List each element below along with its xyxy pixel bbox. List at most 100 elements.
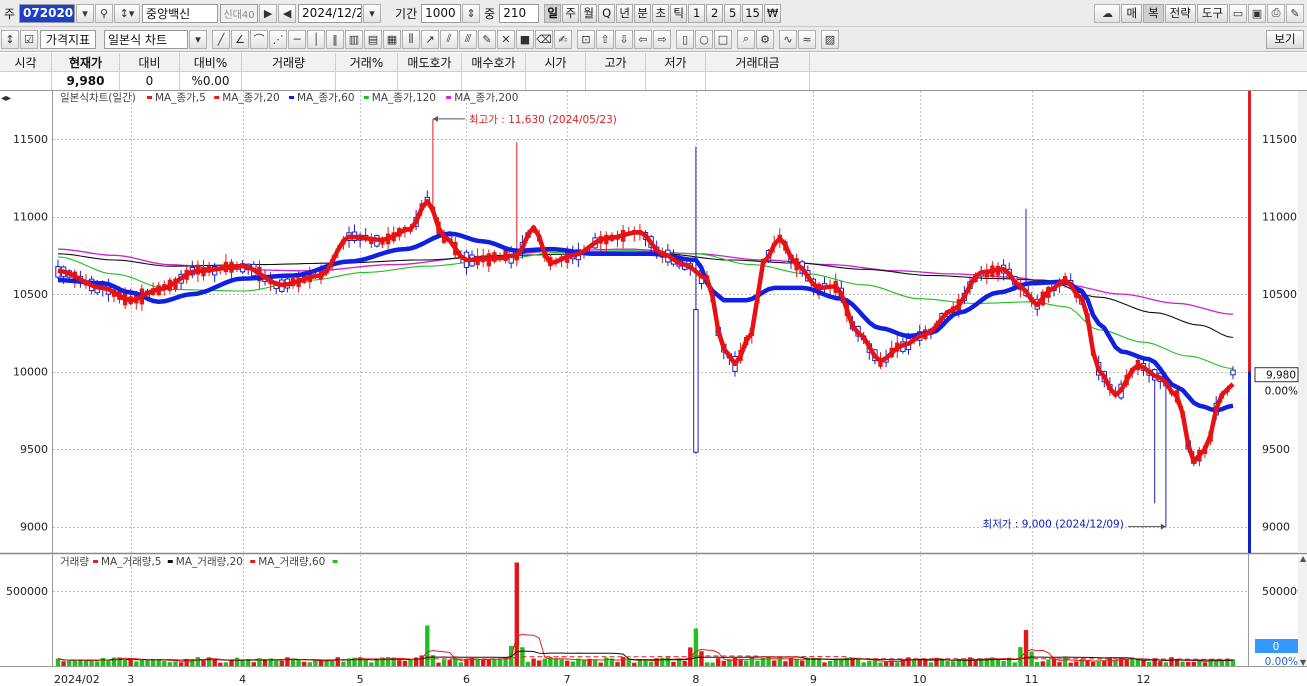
date-input[interactable]: 2024/12/20 bbox=[298, 3, 363, 23]
time-axis-label-6: 8 bbox=[692, 673, 699, 686]
quote-value-2: 0 bbox=[120, 72, 180, 90]
volume-bar-89 bbox=[553, 658, 559, 666]
square-tool-icon[interactable]: □ bbox=[714, 29, 732, 49]
timeframe-9[interactable]: 2 bbox=[706, 3, 724, 23]
center-input[interactable]: 210 bbox=[499, 3, 540, 23]
timeframe-10[interactable]: 5 bbox=[724, 3, 742, 23]
timeframe-3[interactable]: Q bbox=[598, 3, 616, 23]
volume-bar-205 bbox=[1202, 662, 1208, 666]
price-indicator-button[interactable]: 가격지표 bbox=[40, 29, 96, 49]
config-tool-icon[interactable]: ⚙ bbox=[756, 29, 774, 49]
trend-tool-icon[interactable]: ↗ bbox=[421, 29, 439, 49]
period-spin-icon[interactable]: ⇕ bbox=[462, 3, 481, 23]
price-axis-right-5: 9000 bbox=[1262, 521, 1290, 534]
volume-bar-43 bbox=[296, 659, 301, 666]
frame-tool-icon[interactable]: ⊡ bbox=[577, 29, 595, 49]
cross-tool-icon[interactable]: ✕ bbox=[497, 29, 515, 49]
circle-tool-icon[interactable]: ○ bbox=[695, 29, 713, 49]
channel-tool-icon[interactable]: ⫽ bbox=[440, 29, 458, 49]
table-tool-icon[interactable]: ▤ bbox=[364, 29, 382, 49]
price-legend-swatch-4 bbox=[446, 96, 452, 99]
volume-bar-112 bbox=[682, 661, 687, 666]
chart-type-select[interactable]: 일본식 차트 bbox=[104, 29, 188, 49]
right-arrow-icon[interactable]: ⇨ bbox=[653, 29, 671, 49]
timeframe-1[interactable]: 주 bbox=[562, 3, 580, 23]
zoom-tool-icon[interactable]: ⌕ bbox=[737, 29, 755, 49]
bars-tool-icon[interactable]: ⫼ bbox=[402, 29, 420, 49]
volume-bar-203 bbox=[1191, 661, 1196, 666]
grid-tool-icon[interactable]: ▥ bbox=[345, 29, 363, 49]
view-button[interactable]: 보기 bbox=[1266, 29, 1304, 49]
price-axis-left-1: 11000 bbox=[13, 211, 48, 224]
stock-name-field[interactable]: 중앙백신 bbox=[142, 3, 219, 23]
chart-type-dropdown-icon[interactable]: ▾ bbox=[189, 29, 207, 49]
period-input[interactable]: 1000 bbox=[421, 3, 462, 23]
code-dropdown-icon[interactable]: ▾ bbox=[76, 3, 95, 23]
timeframe-7[interactable]: 틱 bbox=[670, 3, 688, 23]
pen-tool-icon[interactable]: ✎ bbox=[478, 29, 496, 49]
volume-bar-16 bbox=[145, 659, 150, 666]
volume-bar-70 bbox=[447, 659, 452, 666]
arc-tool-icon[interactable]: ⌒ bbox=[250, 29, 268, 49]
right-button-3[interactable]: 도구 bbox=[1196, 3, 1228, 23]
volume-scroll-down-icon: ▼ bbox=[1300, 658, 1307, 667]
color-tool-icon[interactable]: ■ bbox=[516, 29, 534, 49]
right-button-0[interactable]: 매 bbox=[1121, 3, 1143, 23]
volume-bar-90 bbox=[559, 659, 564, 666]
vline-tool-icon[interactable]: │ bbox=[307, 29, 325, 49]
timeframe-6[interactable]: 초 bbox=[652, 3, 670, 23]
prev-stock-icon[interactable]: ◀ bbox=[278, 3, 297, 23]
period-label: 기간 bbox=[395, 6, 418, 21]
print-icon[interactable]: ⎙ bbox=[1267, 3, 1285, 23]
sort-updown-icon[interactable]: ↕▾ bbox=[114, 3, 141, 23]
volume-bar-4 bbox=[78, 660, 83, 666]
up-arrow-icon[interactable]: ⇧ bbox=[596, 29, 614, 49]
hline-tool-icon[interactable]: ─ bbox=[288, 29, 306, 49]
indicator-config-icon[interactable]: ☑ bbox=[20, 29, 38, 49]
volume-bar-164 bbox=[973, 660, 978, 666]
timeframe-5[interactable]: 분 bbox=[634, 3, 652, 23]
volume-bar-137 bbox=[822, 662, 827, 666]
volume-bar-75 bbox=[475, 660, 480, 666]
wave-tool-icon[interactable]: ∿ bbox=[779, 29, 797, 49]
timeframe-2[interactable]: 월 bbox=[580, 3, 598, 23]
next-stock-icon[interactable]: ▶ bbox=[259, 3, 278, 23]
price-axis-left-5: 9000 bbox=[20, 521, 48, 534]
won-button[interactable]: ₩ bbox=[763, 3, 782, 23]
line-tool-icon[interactable]: ╱ bbox=[212, 29, 230, 49]
volume-bar-105 bbox=[643, 660, 648, 666]
fan-tool-icon[interactable]: ⋰ bbox=[269, 29, 287, 49]
stock-code-input[interactable]: 072020 bbox=[19, 3, 76, 23]
timeframe-11[interactable]: 15 bbox=[742, 3, 763, 23]
doc-tool-icon[interactable]: ▯ bbox=[676, 29, 694, 49]
timeframe-0[interactable]: 일 bbox=[544, 3, 562, 23]
date-dropdown-icon[interactable]: ▾ bbox=[363, 3, 382, 23]
eraser-tool-icon[interactable]: ⌫ bbox=[535, 29, 553, 49]
updown-icon[interactable]: ↕ bbox=[1, 29, 19, 49]
save-icon[interactable]: ▣ bbox=[1248, 3, 1266, 23]
volume-title: 거래량 bbox=[60, 556, 89, 568]
volume-bar-125 bbox=[755, 660, 760, 666]
angle-tool-icon[interactable]: ∠ bbox=[231, 29, 249, 49]
pitchfork-tool-icon[interactable]: ⫻ bbox=[459, 29, 477, 49]
fib-tool-icon[interactable]: ▦ bbox=[383, 29, 401, 49]
quote-header-9: 고가 bbox=[586, 53, 646, 71]
wrench-icon[interactable]: ✎ bbox=[1286, 3, 1304, 23]
stock-chart[interactable]: 1150011500110001100010500105001000010000… bbox=[0, 91, 1307, 686]
image-tool-icon[interactable]: ▨ bbox=[821, 29, 839, 49]
note-tool-icon[interactable]: ✍ bbox=[554, 29, 572, 49]
search-icon[interactable]: ⚲ bbox=[95, 3, 114, 23]
cloud-icon[interactable]: ☁ bbox=[1094, 3, 1121, 23]
timeframe-8[interactable]: 1 bbox=[688, 3, 706, 23]
down-arrow-icon[interactable]: ⇩ bbox=[615, 29, 633, 49]
left-arrow-icon[interactable]: ⇦ bbox=[634, 29, 652, 49]
right-button-2[interactable]: 전략 bbox=[1164, 3, 1196, 23]
quote-value-9 bbox=[586, 72, 646, 90]
quote-value-5 bbox=[336, 72, 398, 90]
right-button-1[interactable]: 복 bbox=[1143, 3, 1164, 23]
volume-bar-185 bbox=[1090, 661, 1096, 666]
timeframe-4[interactable]: 년 bbox=[616, 3, 634, 23]
folder-icon[interactable]: ▭ bbox=[1229, 3, 1247, 23]
wave2-tool-icon[interactable]: ≈ bbox=[798, 29, 816, 49]
vlines-tool-icon[interactable]: ‖ bbox=[326, 29, 344, 49]
